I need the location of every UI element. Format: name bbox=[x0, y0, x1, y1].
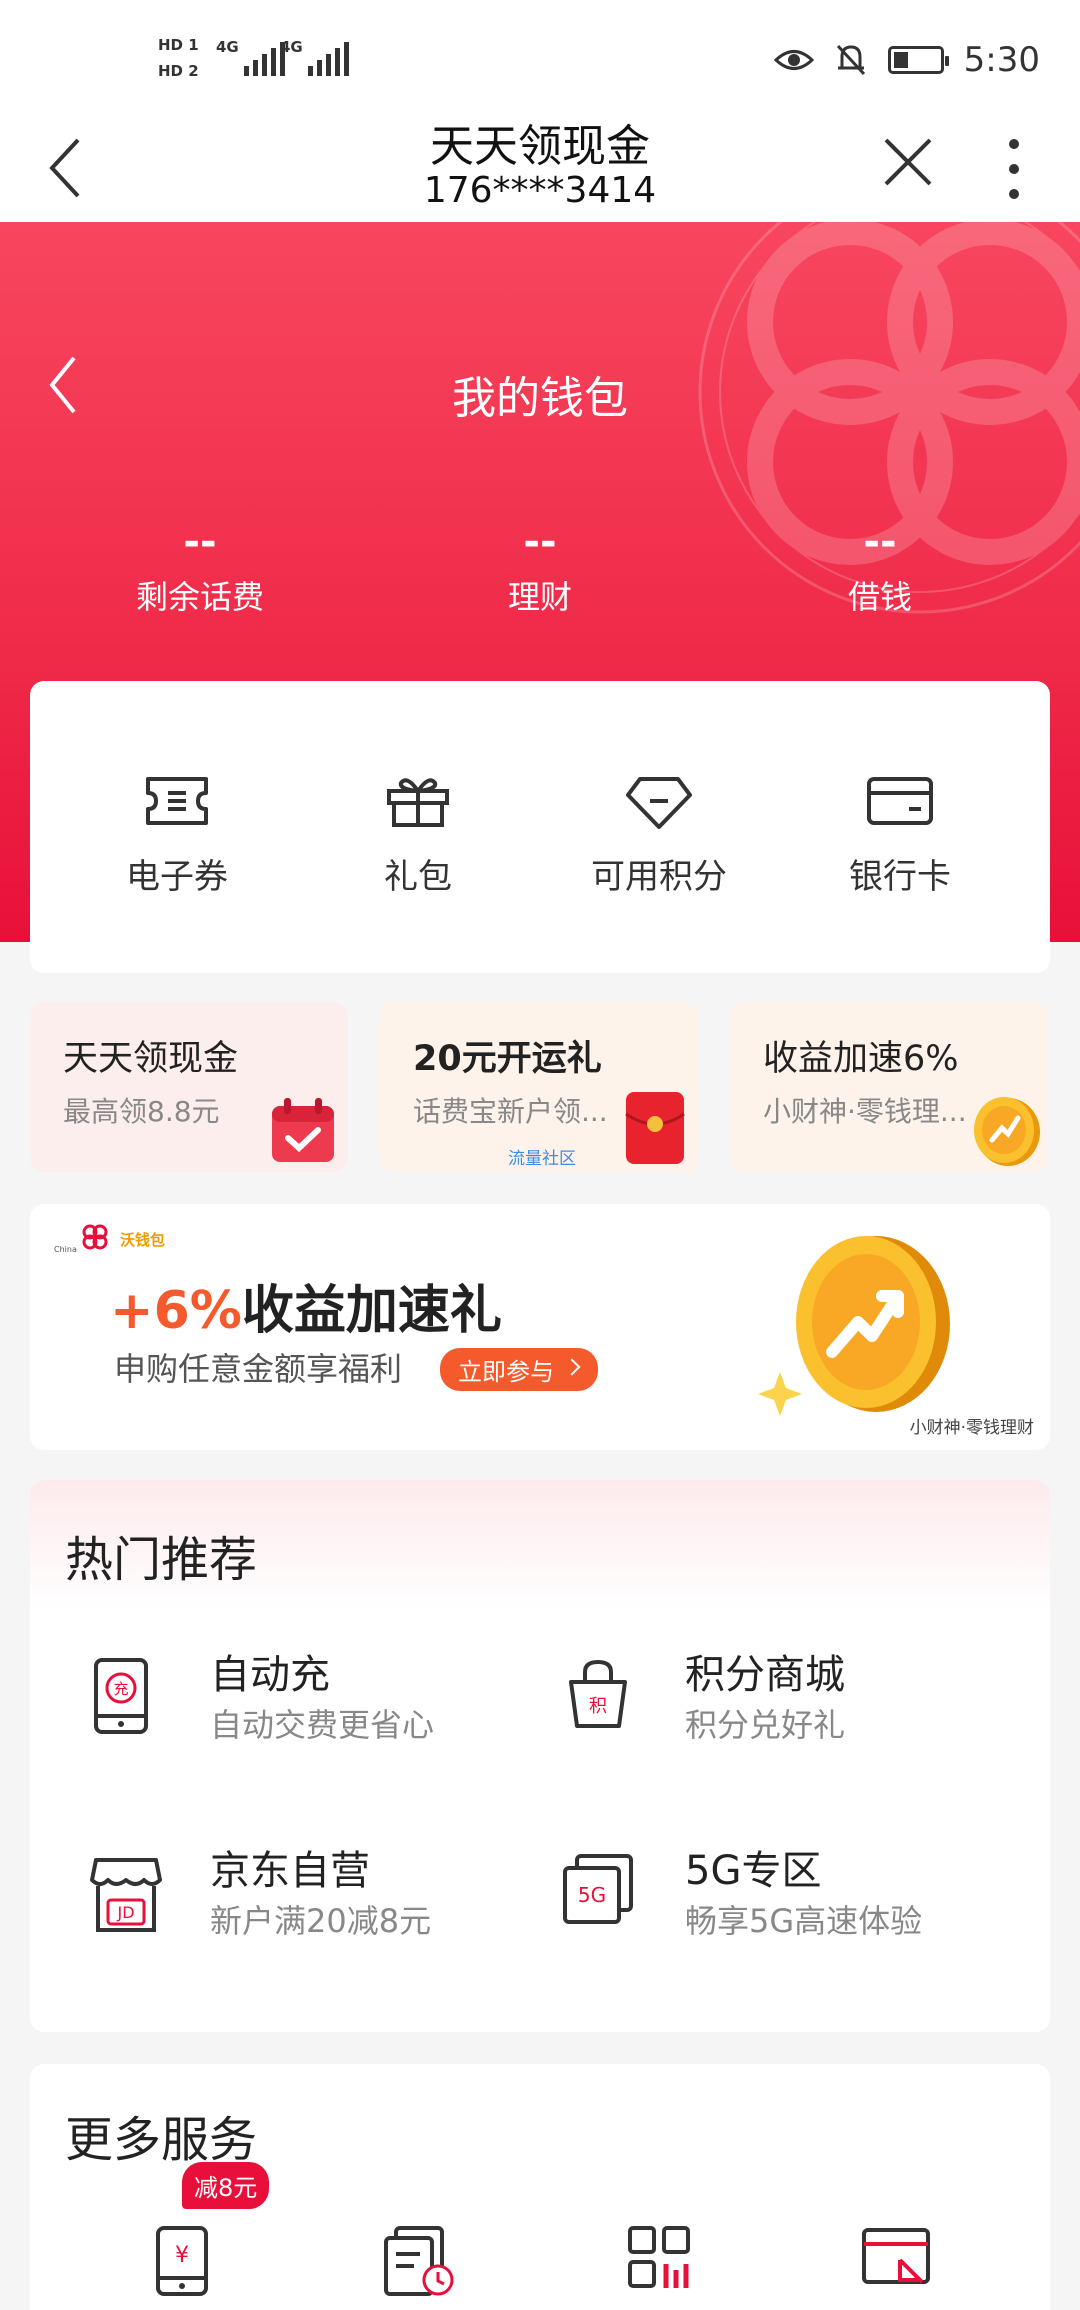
banner-subline: 申购任意金额享福利 bbox=[114, 1350, 403, 1388]
quick-action-points[interactable]: 可用积分 bbox=[559, 771, 759, 898]
banner-headline-text: 收益加速礼 bbox=[241, 1281, 502, 1341]
wallet-brand-label: 沃钱包 bbox=[120, 1230, 166, 1249]
auto-recharge-icon: 充 bbox=[94, 1658, 148, 1734]
apps-grid-icon[interactable] bbox=[626, 2224, 694, 2292]
yield-boost-banner[interactable]: China 沃钱包 +6%收益加速礼 申购任意金额享福利 立即参与 小财神·零钱… bbox=[30, 1204, 1050, 1450]
svg-text:China: China bbox=[54, 1245, 77, 1254]
eye-comfort-icon bbox=[773, 50, 814, 70]
svg-text:5G: 5G bbox=[578, 1883, 606, 1907]
stat-label: 理财 bbox=[507, 578, 572, 616]
promo-tile-title: 收益加速6% bbox=[763, 1039, 959, 1079]
gold-coin-illustration-icon bbox=[758, 1236, 950, 1416]
app-bar: 天天领现金 176****3414 bbox=[0, 110, 1080, 222]
bank-card-icon bbox=[867, 777, 933, 825]
diamond-icon bbox=[626, 777, 692, 829]
card-redirect-icon[interactable] bbox=[860, 2224, 934, 2294]
join-now-button[interactable]: 立即参与 bbox=[440, 1348, 598, 1391]
hot-item-name: 积分商城 bbox=[685, 1652, 845, 1698]
promo-tile-subtitle: 最高领8.8元 bbox=[63, 1095, 220, 1128]
points-mall-icon: 积 bbox=[569, 1659, 627, 1728]
hot-item-auto-recharge[interactable]: 充 自动充 自动交费更省心 bbox=[40, 1642, 500, 1762]
hot-item-desc: 自动交费更省心 bbox=[210, 1706, 435, 1744]
promo-tile-yield-boost[interactable]: 收益加速6% 小财神·零钱理... bbox=[730, 1002, 1048, 1172]
quick-action-label: 银行卡 bbox=[849, 857, 951, 897]
network-type-1: 4G bbox=[216, 38, 239, 56]
svg-text:JD: JD bbox=[116, 1903, 134, 1922]
hot-item-name: 自动充 bbox=[210, 1652, 330, 1698]
quick-action-gifts[interactable]: 礼包 bbox=[318, 771, 518, 898]
quick-actions-card: 电子券 礼包 可用积分 银行卡 bbox=[30, 681, 1050, 973]
svg-text:积: 积 bbox=[589, 1696, 607, 1717]
stat-value: -- bbox=[183, 519, 217, 565]
promo-tile-subtitle: 小财神·零钱理... bbox=[763, 1095, 967, 1128]
mute-bell-icon bbox=[836, 44, 865, 76]
svg-text:充: 充 bbox=[113, 1680, 128, 1698]
sim2-label: HD 2 bbox=[158, 62, 199, 80]
more-options-icon[interactable] bbox=[996, 134, 1032, 204]
banner-headline: +6%收益加速礼 bbox=[110, 1268, 502, 1343]
wallet-title: 我的钱包 bbox=[452, 373, 628, 424]
banner-footnote: 小财神·零钱理财 bbox=[909, 1418, 1034, 1438]
quick-action-label: 可用积分 bbox=[591, 857, 727, 897]
gift-icon bbox=[387, 778, 449, 827]
promo-tile-title: 20元开运礼 bbox=[413, 1039, 602, 1079]
more-services-section: 更多服务 减8元 ¥ bbox=[30, 2064, 1050, 2310]
gold-coin-icon bbox=[974, 1097, 1040, 1166]
quick-action-label: 礼包 bbox=[384, 857, 452, 897]
hot-item-desc: 新户满20减8元 bbox=[210, 1902, 432, 1940]
network-type-2: 4G bbox=[280, 38, 303, 56]
bill-history-icon[interactable] bbox=[382, 2224, 458, 2298]
hot-item-jd-store[interactable]: JD 京东自营 新户满20减8元 bbox=[40, 1838, 500, 1958]
sim-indicator: HD 1 HD 2 bbox=[158, 32, 199, 84]
hot-item-name: 5G专区 bbox=[685, 1848, 822, 1894]
stat-value: -- bbox=[523, 519, 557, 565]
hot-item-desc: 畅享5G高速体验 bbox=[685, 1902, 923, 1940]
status-bar: HD 1 HD 2 4G 4G 5:30 bbox=[0, 0, 1080, 110]
banner-brand: China 沃钱包 bbox=[52, 1222, 165, 1256]
promo-tile-lucky-gift[interactable]: 20元开运礼 话费宝新户领... 流量社区 bbox=[380, 1002, 698, 1172]
ticket-icon bbox=[146, 777, 208, 825]
5g-zone-icon: 5G bbox=[563, 1854, 633, 1924]
close-icon[interactable] bbox=[878, 132, 938, 192]
promo-tile-daily-cash[interactable]: 天天领现金 最高领8.8元 bbox=[30, 1002, 348, 1172]
hot-recommend-section: 热门推荐 充 自动充 自动交费更省心 积 积分商城 积分兑好礼 JD 京东自营 … bbox=[30, 1480, 1050, 2032]
svg-text:¥: ¥ bbox=[175, 2243, 189, 2268]
promo-tile-title: 天天领现金 bbox=[63, 1039, 239, 1079]
signal-bars-2-icon bbox=[308, 40, 349, 76]
section-title: 更多服务 bbox=[65, 2112, 258, 2168]
section-title: 热门推荐 bbox=[65, 1532, 258, 1588]
stat-label: 剩余话费 bbox=[135, 578, 264, 616]
calendar-check-icon bbox=[272, 1098, 334, 1162]
quick-action-label: 电子券 bbox=[126, 857, 228, 897]
hot-item-name: 京东自营 bbox=[210, 1848, 370, 1894]
discount-badge: 减8元 bbox=[182, 2162, 270, 2209]
battery-icon bbox=[887, 46, 949, 74]
hot-item-5g-zone[interactable]: 5G 5G专区 畅享5G高速体验 bbox=[515, 1838, 975, 1958]
promo-tile-tag: 流量社区 bbox=[508, 1149, 576, 1169]
red-envelope-icon bbox=[625, 1092, 685, 1164]
stat-value: -- bbox=[863, 519, 897, 565]
stat-borrow[interactable]: -- 借钱 bbox=[750, 522, 1010, 618]
unicom-logo-icon: China bbox=[54, 1224, 108, 1254]
stat-finance[interactable]: -- 理财 bbox=[410, 522, 670, 618]
promo-tile-subtitle: 话费宝新户领... bbox=[413, 1095, 608, 1128]
banner-headline-percent: +6% bbox=[110, 1281, 242, 1341]
clock: 5:30 bbox=[963, 40, 1040, 80]
hot-item-desc: 积分兑好礼 bbox=[685, 1706, 846, 1744]
signal-bars-1-icon bbox=[244, 40, 285, 76]
sim1-label: HD 1 bbox=[158, 36, 199, 54]
stat-phone-balance[interactable]: -- 剩余话费 bbox=[70, 522, 330, 618]
quick-action-coupons[interactable]: 电子券 bbox=[77, 771, 277, 898]
phone-payment-icon[interactable]: ¥ bbox=[152, 2224, 212, 2298]
jd-store-icon: JD bbox=[90, 1858, 162, 1932]
hot-item-points-mall[interactable]: 积 积分商城 积分兑好礼 bbox=[515, 1642, 975, 1762]
stat-label: 借钱 bbox=[847, 578, 912, 616]
quick-action-bank-card[interactable]: 银行卡 bbox=[800, 771, 1000, 898]
